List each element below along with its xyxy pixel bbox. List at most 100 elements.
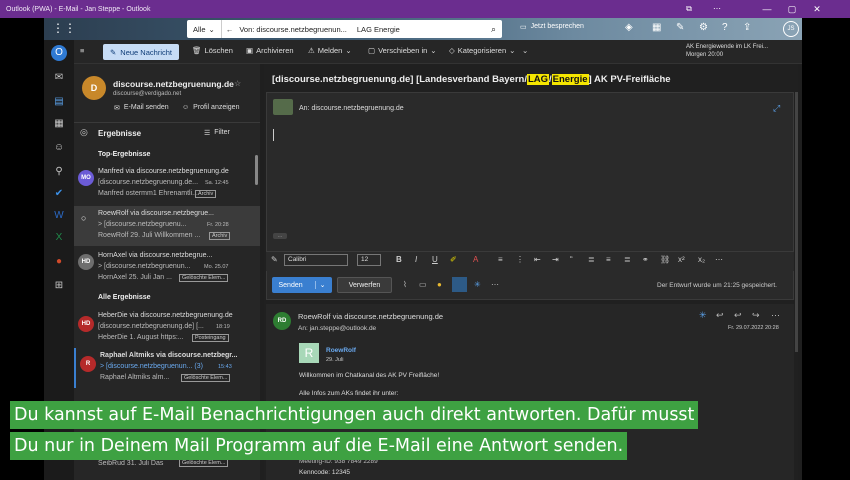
align-icon[interactable]: ≡ [498, 255, 503, 264]
calendar-icon[interactable]: ▦ [652, 22, 661, 33]
back-arrow-icon[interactable]: ← [222, 25, 234, 34]
inbox-icon[interactable]: ▤ [53, 96, 65, 108]
subscript-icon[interactable]: x₂ [698, 255, 705, 264]
list-item[interactable]: MO Manfred via discourse.netzbegruenung.… [74, 164, 260, 204]
expand-quote-icon[interactable]: … [273, 233, 287, 239]
outlook-logo-icon[interactable]: O [51, 45, 67, 61]
attach-file-icon[interactable]: ⌇ [403, 280, 407, 289]
unlink-icon[interactable]: ⛓ [660, 255, 670, 264]
report-button[interactable]: ⚠ Melden ⌄ [308, 46, 352, 55]
highlight-icon[interactable]: ✐ [450, 255, 457, 264]
mail-icon[interactable]: ✉ [53, 72, 65, 84]
folder-chip: Gelöschte Elem... [179, 459, 229, 467]
share-icon[interactable]: ⇪ [743, 22, 751, 33]
search-query-extra[interactable]: LAG Energie [347, 25, 400, 34]
filter-button[interactable]: ☰ Filter [204, 129, 230, 137]
align-left-icon[interactable]: ≣ [588, 255, 595, 264]
quote-icon[interactable]: “ [570, 255, 573, 264]
more-apps-icon[interactable]: ⊞ [53, 280, 65, 292]
superscript-icon[interactable]: x² [678, 255, 685, 264]
teams-icon[interactable]: ◈ [625, 22, 633, 33]
sender-avatar: R [80, 356, 96, 372]
calendar-rail-icon[interactable]: ▦ [53, 118, 65, 130]
list-scrollbar[interactable] [255, 155, 258, 185]
insert-image-icon[interactable]: ▭ [419, 280, 427, 289]
people-icon[interactable]: ☺ [53, 142, 65, 154]
help-icon[interactable]: ? [722, 22, 728, 33]
item-preview: HornAxel 25. Juli Jan ... [98, 274, 172, 281]
user-avatar[interactable]: JS [783, 21, 799, 37]
search-query[interactable]: Von: discourse.netzbegruenun... [233, 25, 347, 34]
font-color-icon[interactable]: A [473, 255, 478, 264]
message-more-icon[interactable]: ⋯ [771, 310, 780, 321]
search-box[interactable]: Alle ⌄ ← Von: discourse.netzbegruenun... … [187, 20, 502, 38]
chevron-down-icon: ⌄ [509, 46, 516, 55]
italic-icon[interactable]: I [415, 255, 417, 264]
list-item[interactable]: HD HornAxel via discourse.netzbegrue... … [74, 248, 260, 288]
profile-icon: ☺ [182, 104, 190, 111]
archive-button[interactable]: ▣ Archivieren [246, 46, 294, 55]
select-item-radio[interactable]: ○ [81, 213, 86, 223]
decrease-indent-icon[interactable]: ⇤ [534, 255, 541, 264]
search-scope-dropdown[interactable]: Alle ⌄ [187, 20, 222, 38]
numbered-list-icon[interactable]: ⋮ [516, 255, 524, 264]
reading-scrollbar[interactable] [795, 92, 798, 352]
reply-all-icon[interactable]: ↩ [734, 310, 742, 321]
forum-user-name[interactable]: RoewRolf [326, 347, 356, 354]
delete-button[interactable]: 🗑 Löschen [192, 46, 233, 55]
hamburger-icon[interactable]: ≡ [80, 46, 84, 55]
reminder-box[interactable]: AK Energiewende im LK Frei... Morgen 20:… [686, 43, 768, 59]
forward-icon[interactable]: ↪ [752, 310, 760, 321]
increase-indent-icon[interactable]: ⇥ [552, 255, 559, 264]
list-item[interactable]: R Raphael Altmiks via discourse.netzbegr… [74, 348, 260, 388]
close-button[interactable]: ✕ [810, 3, 824, 15]
align-right-icon[interactable]: ≣ [624, 255, 631, 264]
immersive-icon[interactable] [452, 277, 467, 292]
ribbon-more-icon[interactable]: ⌄ [522, 46, 528, 55]
list-item-selected[interactable]: ○ RoewRolf via discourse.netzbegrue... >… [74, 206, 260, 246]
search-icon[interactable]: ⌕ [491, 24, 496, 35]
align-center-icon[interactable]: ≡ [606, 255, 611, 264]
popout-icon[interactable]: ⤢ [773, 103, 780, 114]
powerpoint-icon[interactable]: ● [53, 256, 65, 268]
maximize-button[interactable]: ▢ [785, 3, 799, 15]
attach-icon[interactable]: ⚲ [53, 166, 65, 178]
recipient-line[interactable]: An: discourse.netzbegruenung.de [299, 105, 404, 112]
discard-button[interactable]: Verwerfen [337, 277, 392, 293]
list-item[interactable]: HD HeberDie via discourse.netzbegruenung… [74, 308, 260, 346]
contact-avatar: D [82, 76, 106, 100]
underline-icon[interactable]: U [432, 255, 438, 264]
send-mail-link[interactable]: ✉ E-Mail senden [114, 104, 169, 112]
bold-icon[interactable]: B [396, 255, 402, 264]
move-button[interactable]: ▢ Verschieben in ⌄ [368, 46, 437, 55]
view-profile-link[interactable]: ☺ Profil anzeigen [182, 104, 239, 111]
minimize-button[interactable]: — [760, 3, 774, 15]
new-message-button[interactable]: ✎ Neue Nachricht [103, 44, 179, 60]
link-icon[interactable]: ⚭ [642, 255, 649, 264]
font-select[interactable]: Calibri [284, 254, 348, 266]
item-preview: Raphael Altmiks alm... [100, 374, 170, 381]
todo-rail-icon[interactable]: ✔ [53, 188, 65, 200]
excel-icon[interactable]: X [53, 232, 65, 244]
settings-icon[interactable]: ⚙ [699, 22, 708, 33]
categorize-button[interactable]: ◇ Kategorisieren ⌄ [449, 46, 515, 55]
todo-icon[interactable]: ✎ [676, 22, 684, 33]
favorite-star-icon[interactable]: ☆ [234, 79, 241, 88]
meeting-button[interactable]: ▭ Jetzt besprechen [520, 23, 584, 31]
video-icon: ▭ [520, 24, 527, 31]
more-options-icon[interactable]: ⋯ [491, 280, 499, 289]
app-options-icon[interactable]: ⋯ [710, 3, 724, 15]
sensitivity-message-icon[interactable]: ✳ [699, 310, 707, 321]
select-all-checkbox[interactable]: ◎ [80, 127, 88, 138]
size-select[interactable]: 12 [357, 254, 381, 266]
app-launcher-icon[interactable]: ⋮⋮ [52, 21, 76, 35]
word-icon[interactable]: W [53, 210, 65, 222]
reply-icon[interactable]: ↩ [716, 310, 724, 321]
send-button[interactable]: Senden ⌄ [272, 277, 332, 293]
to-label: An: [299, 105, 310, 112]
window-extra-icon[interactable]: ⧉ [682, 3, 696, 15]
sensitivity-icon[interactable]: ✳ [474, 280, 481, 289]
emoji-icon[interactable]: ● [437, 280, 442, 289]
more-format-icon[interactable]: ⋯ [715, 255, 723, 264]
pen-icon[interactable]: ✎ [271, 255, 278, 264]
